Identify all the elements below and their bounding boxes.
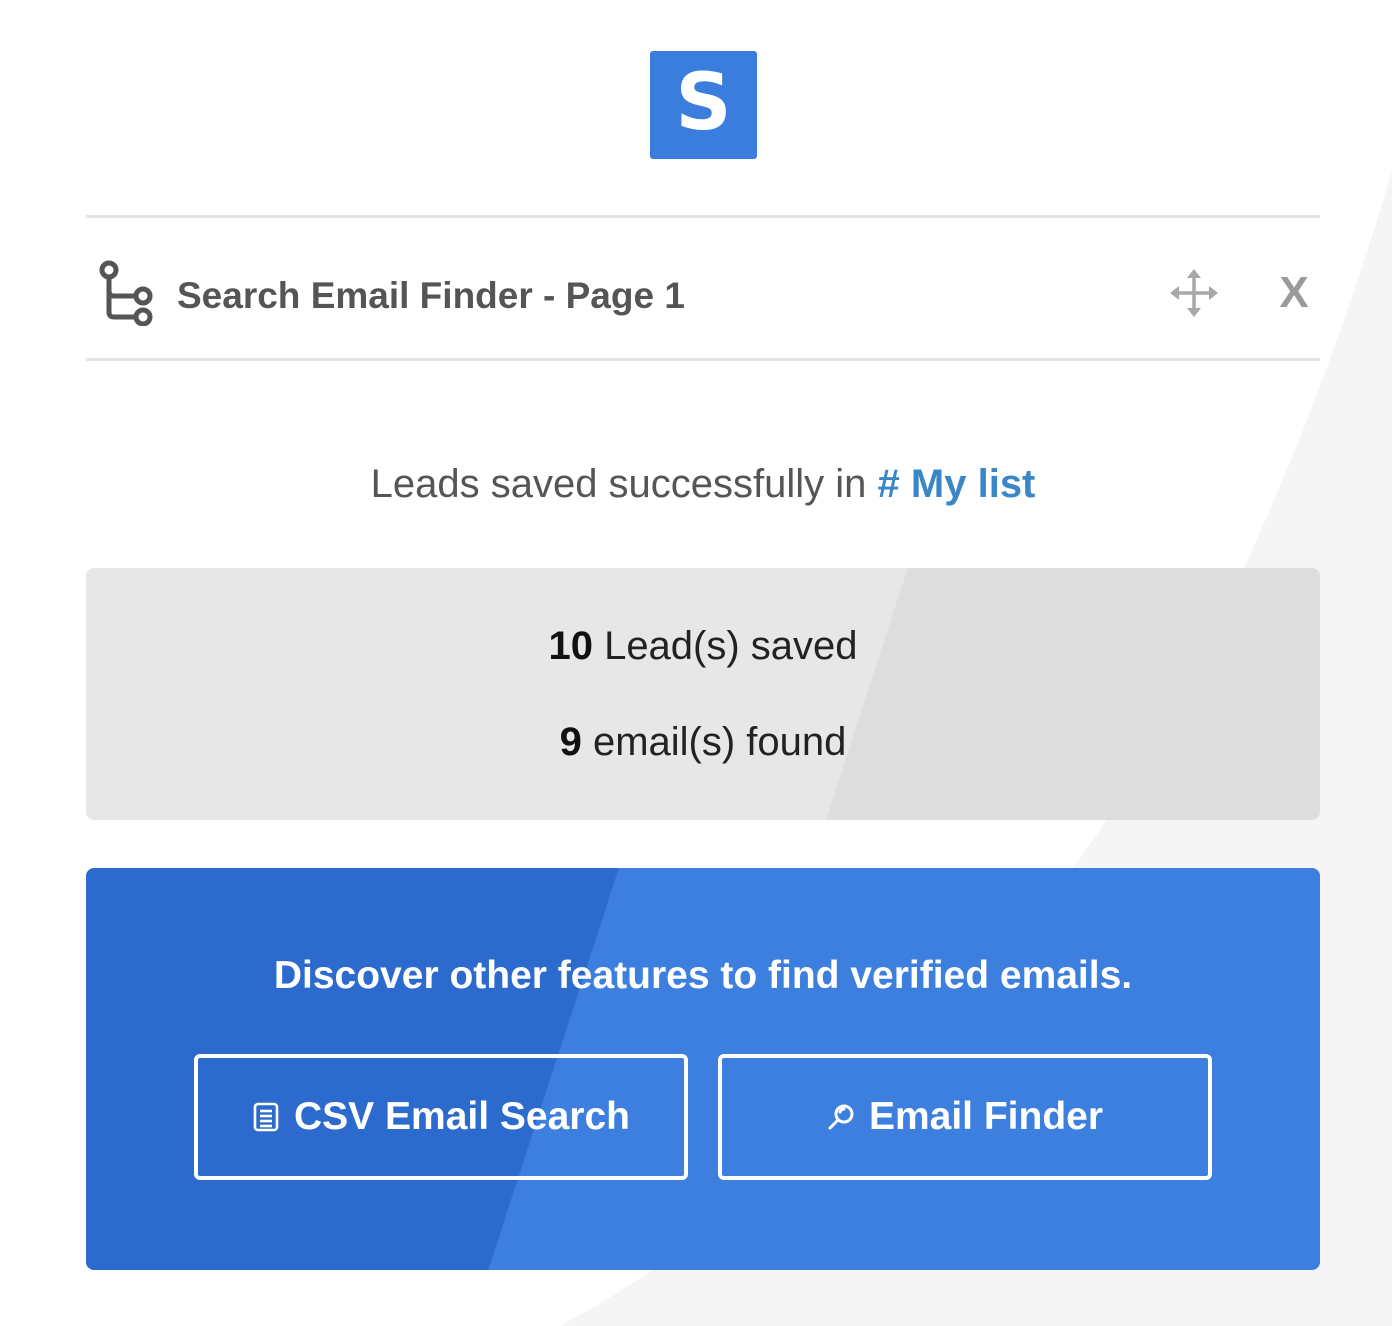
close-button[interactable]: X	[1274, 269, 1314, 317]
emails-count: 9	[559, 720, 582, 764]
email-finder-label: Email Finder	[868, 1095, 1104, 1138]
flow-branch-icon	[99, 260, 153, 326]
leads-saved-stat: 10 Lead(s) saved	[86, 621, 1320, 671]
panel-header: Search Email Finder - Page 1 X	[86, 215, 1320, 361]
email-finder-button[interactable]: Email Finder	[718, 1054, 1212, 1180]
emails-found-stat: 9 email(s) found	[86, 717, 1320, 767]
page-title: Search Email Finder - Page 1	[177, 275, 685, 316]
list-link[interactable]: # My list	[878, 462, 1036, 506]
leads-label: Lead(s) saved	[592, 624, 858, 668]
csv-email-search-label: CSV Email Search	[294, 1095, 630, 1138]
csv-email-search-button[interactable]: CSV Email Search	[194, 1054, 688, 1180]
promo-title: Discover other features to find verified…	[273, 954, 1133, 997]
leads-count: 10	[548, 624, 593, 668]
emails-label: email(s) found	[581, 720, 847, 764]
success-message-text: Leads saved successfully in	[370, 462, 878, 506]
move-arrows-icon[interactable]	[1169, 268, 1219, 318]
features-promo: Discover other features to find verified…	[86, 868, 1320, 1270]
magnifier-icon	[828, 1104, 854, 1130]
document-list-icon	[253, 1102, 279, 1132]
app-logo: S	[650, 51, 757, 159]
logo-letter: S	[675, 58, 732, 148]
success-message: Leads saved successfully in # My list	[86, 458, 1320, 510]
stats-summary: 10 Lead(s) saved 9 email(s) found	[86, 568, 1320, 820]
